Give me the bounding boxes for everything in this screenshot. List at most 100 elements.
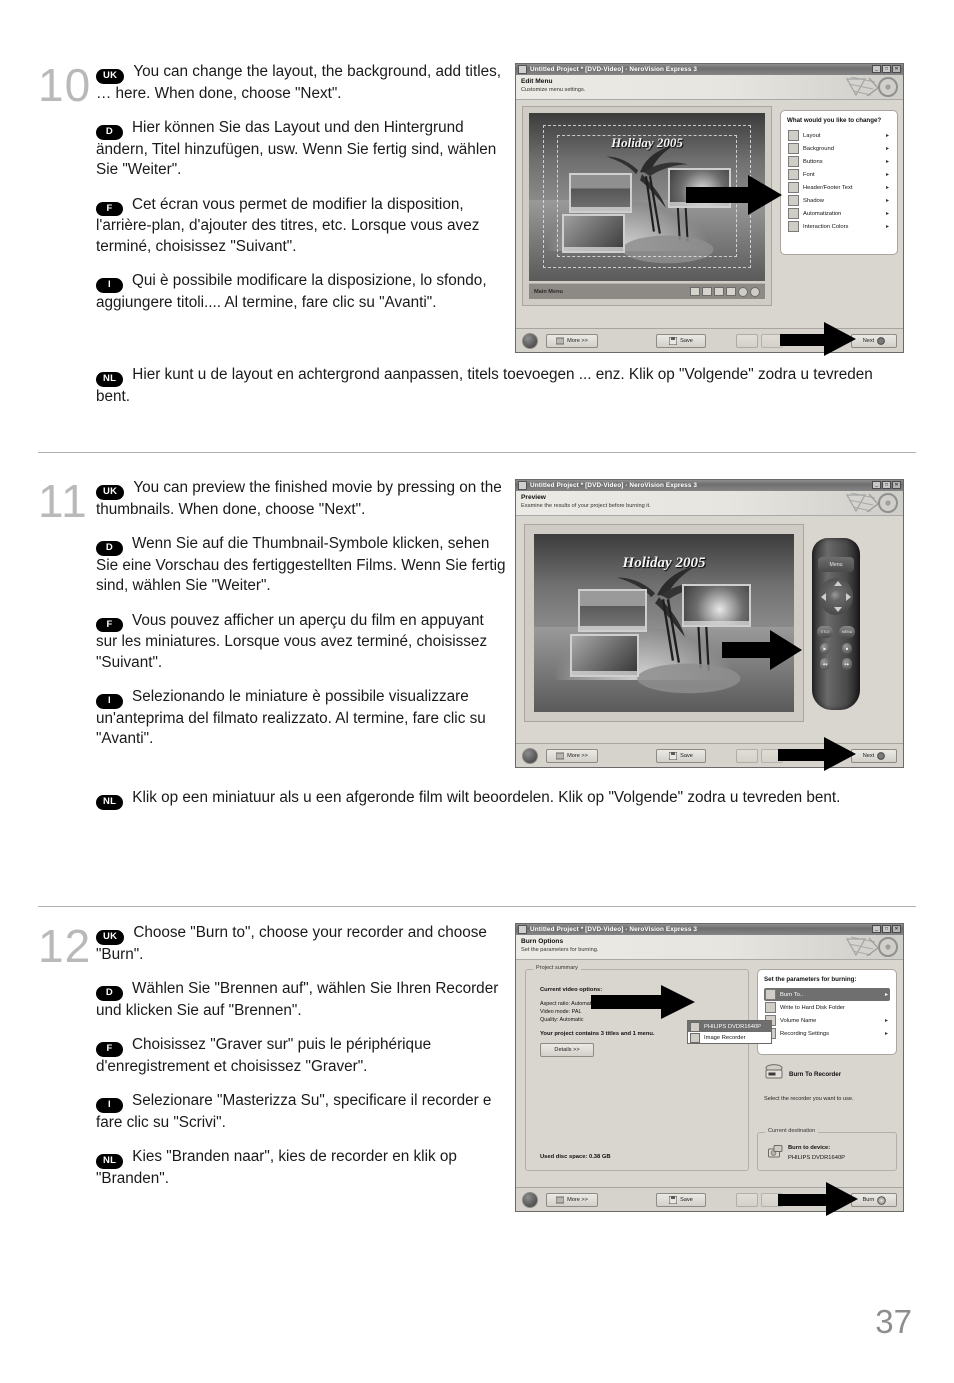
window-title: Untitled Project * [DVD-Video] - NeroVis… <box>530 66 697 73</box>
step-text-column: UK Choose "Burn to", choose your recorder… <box>96 923 508 1189</box>
save-button[interactable]: Save <box>656 1192 706 1207</box>
thumbnail-caption <box>684 620 750 625</box>
menu-thumbnail-1[interactable] <box>569 173 633 213</box>
remote-next-button[interactable]: ▶▶ <box>841 658 853 670</box>
menu-title-text: Holiday 2005 <box>622 555 706 572</box>
panel-item-volume-name[interactable]: Volume Name ▸ <box>764 1014 890 1027</box>
dpad-left-icon[interactable] <box>821 593 827 602</box>
burn-parameters-panel: Set the parameters for burning: Burn To.… <box>757 969 897 1055</box>
menu-thumbnail-1[interactable] <box>578 589 648 633</box>
copy-menu-icon[interactable] <box>714 287 724 296</box>
remote-stop-button[interactable]: ■ <box>841 642 853 655</box>
dpad-down-icon[interactable] <box>833 607 842 613</box>
maximize-button[interactable]: □ <box>882 925 891 933</box>
remote-title-button[interactable]: TITLE <box>816 625 834 638</box>
panel-item-interaction-colors[interactable]: Interaction Colors ▸ <box>787 220 891 233</box>
remote-menu2-button[interactable]: MENU <box>838 625 856 638</box>
remote-menu-button[interactable]: Menu <box>817 556 855 573</box>
panel-item-burn-to[interactable]: Burn To.. ▸ <box>764 988 890 1001</box>
panel-item-buttons[interactable]: Buttons ▸ <box>787 155 891 168</box>
recorder-dropdown-list[interactable]: PHILIPS DVDR1640P Image Recorder <box>687 1020 772 1044</box>
flag-badge-i: I <box>96 694 123 709</box>
paragraph-text: Kies "Branden naar", kies de recorder en… <box>96 1148 457 1187</box>
panel-item-layout[interactable]: Layout ▸ <box>787 129 891 142</box>
thumbnail-image <box>684 585 750 625</box>
thumbnail-caption <box>571 206 631 211</box>
dpad-up-icon[interactable] <box>833 580 842 586</box>
details-button[interactable]: Details >> <box>540 1043 594 1057</box>
menu-thumbnail-3[interactable] <box>562 213 626 254</box>
more-button[interactable]: More >> <box>546 333 598 348</box>
delete-menu-icon[interactable] <box>726 287 736 296</box>
close-button[interactable]: ✕ <box>892 481 901 489</box>
back-button[interactable] <box>736 748 758 763</box>
annotation-arrow-to-next <box>780 322 856 356</box>
more-label: More >> <box>567 337 588 344</box>
remote-dpad[interactable] <box>818 577 854 616</box>
maximize-button[interactable]: □ <box>882 481 891 489</box>
paragraph-text: Selezionare "Masterizza Su", specificare… <box>96 1092 492 1131</box>
paragraph-d: D Wählen Sie "Brennen auf", wählen Sie Ih… <box>96 979 508 1021</box>
more-button[interactable]: More >> <box>546 748 598 763</box>
menu-title-text[interactable]: Holiday 2005 <box>529 135 765 151</box>
dpad-right-icon[interactable] <box>845 593 851 602</box>
dpad-ok-button[interactable] <box>831 591 841 602</box>
annotation-arrow-to-next <box>778 737 856 771</box>
edit-menu-icon[interactable] <box>702 287 712 296</box>
save-icon <box>668 1195 678 1204</box>
recorder-icon <box>690 1021 700 1032</box>
help-button[interactable] <box>522 1191 538 1208</box>
properties-icon[interactable] <box>738 286 748 297</box>
hard-disk-icon <box>765 1002 776 1013</box>
thumbnail-image <box>580 591 646 631</box>
annotation-arrow-to-panel <box>686 175 782 215</box>
remote-previous-button[interactable]: ◀◀ <box>819 658 831 670</box>
burn-to-recorder-title: Burn To Recorder <box>789 1071 842 1078</box>
back-button[interactable] <box>736 333 758 348</box>
panel-item-font[interactable]: Font ▸ <box>787 168 891 181</box>
new-menu-icon[interactable] <box>690 287 700 296</box>
help-button[interactable] <box>522 332 538 349</box>
panel-item-automatization[interactable]: Automatization ▸ <box>787 207 891 220</box>
panel-item-recording-settings[interactable]: Recording Settings ▸ <box>764 1027 890 1040</box>
panel-item-label: Buttons <box>803 158 823 165</box>
minimize-button[interactable]: _ <box>872 65 881 73</box>
thumbnail-caption <box>572 670 638 675</box>
panel-item-background[interactable]: Background ▸ <box>787 142 891 155</box>
paragraph-d: D Wenn Sie auf die Thumbnail-Symbole klic… <box>96 534 508 597</box>
chevron-right-icon: ▸ <box>885 146 889 152</box>
paragraph-text: You can change the layout, the backgroun… <box>96 63 502 102</box>
back-button[interactable] <box>736 1192 758 1207</box>
minimize-button[interactable]: _ <box>872 481 881 489</box>
save-label: Save <box>680 1196 693 1203</box>
more-button[interactable]: More >> <box>546 1192 598 1207</box>
minimize-button[interactable]: _ <box>872 925 881 933</box>
preview-icon[interactable] <box>750 286 760 297</box>
next-label: Next <box>862 337 875 344</box>
panel-item-shadow[interactable]: Shadow ▸ <box>787 194 891 207</box>
paragraph-nl: NL Kies "Branden naar", kies de recorder … <box>96 1147 508 1189</box>
nero-logo-icon <box>845 936 900 959</box>
step-text-column: UK You can preview the finished movie by … <box>96 478 508 750</box>
buttons-icon <box>788 156 799 167</box>
panel-item-header-footer-text[interactable]: Header/Footer Text ▸ <box>787 181 891 194</box>
dropdown-option-label: PHILIPS DVDR1640P <box>704 1023 762 1030</box>
help-button[interactable] <box>522 747 538 764</box>
menu-thumbnail-2[interactable] <box>682 583 752 627</box>
remote-play-button[interactable]: ▶ <box>819 642 831 655</box>
used-disc-space-label: Used disc space: 0.38 GB <box>540 1154 611 1160</box>
dropdown-option-philips[interactable]: PHILIPS DVDR1640P <box>688 1021 771 1032</box>
details-label: Details >> <box>554 1047 580 1053</box>
close-button[interactable]: ✕ <box>892 925 901 933</box>
panel-item-label: Automatization <box>803 210 842 217</box>
save-button[interactable]: Save <box>656 333 706 348</box>
menu-thumbnail-3[interactable] <box>570 633 640 677</box>
dropdown-option-image-recorder[interactable]: Image Recorder <box>688 1032 771 1043</box>
maximize-button[interactable]: □ <box>882 65 891 73</box>
close-button[interactable]: ✕ <box>892 65 901 73</box>
preview-canvas[interactable]: Holiday 2005 <box>524 524 804 722</box>
paragraph-i: I Selezionando le miniature è possibile v… <box>96 687 508 750</box>
panel-item-write-to-hard-disk-folder[interactable]: Write to Hard Disk Folder <box>764 1001 890 1014</box>
burn-to-device-heading: Burn to device: <box>788 1145 831 1151</box>
save-button[interactable]: Save <box>656 748 706 763</box>
